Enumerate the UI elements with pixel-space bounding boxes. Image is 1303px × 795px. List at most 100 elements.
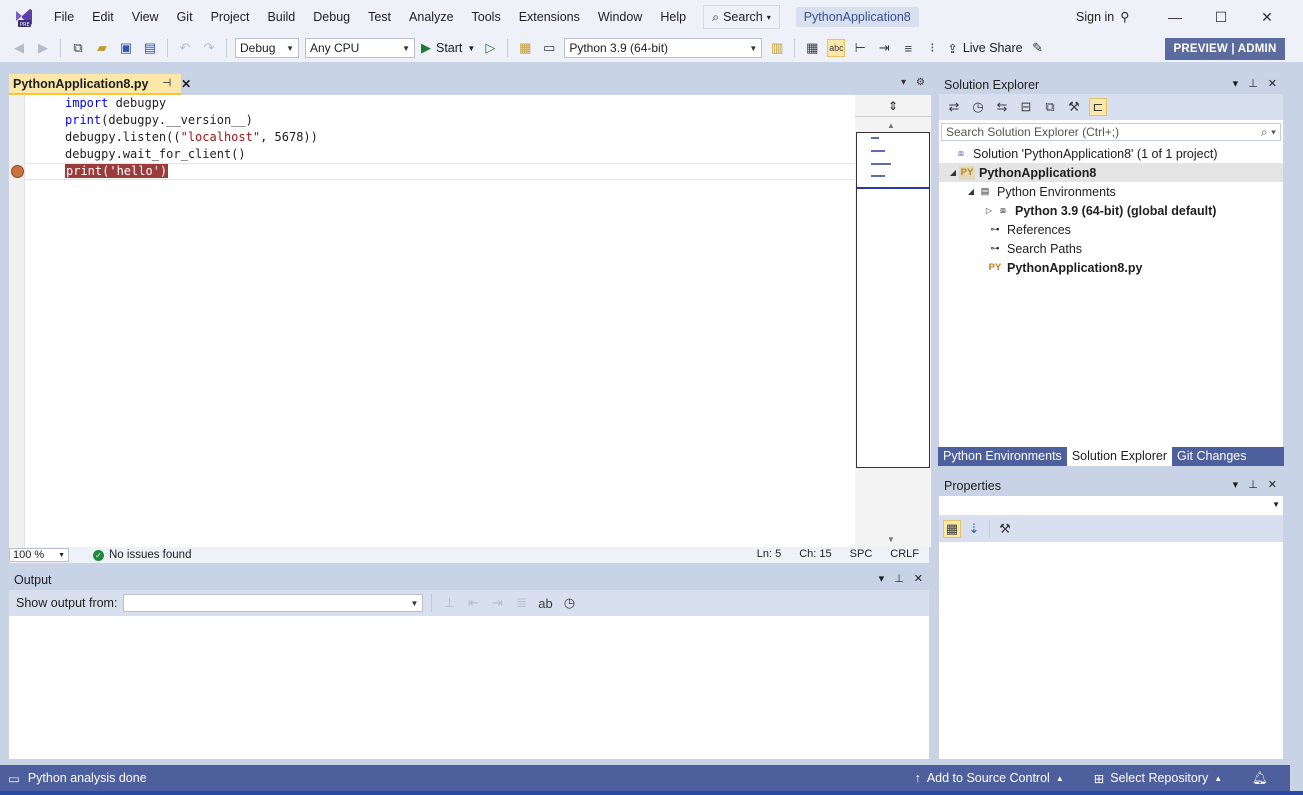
collapse-all-icon[interactable]: ⊟ (1017, 98, 1035, 116)
menu-edit[interactable]: Edit (83, 0, 123, 34)
select-repository-button[interactable]: ⊞ Select Repository ▲ (1094, 771, 1222, 786)
whitespace-mode[interactable]: SPC (850, 548, 873, 560)
tree-row-references[interactable]: ⊶ References (939, 220, 1283, 239)
pin-icon[interactable]: ⊥ (1248, 77, 1258, 90)
pin-icon[interactable]: ⊥ (1248, 478, 1258, 491)
categorized-icon[interactable]: ▦ (943, 520, 961, 538)
scroll-up-icon[interactable]: ▲ (887, 121, 895, 130)
window-position-dropdown-icon[interactable]: ▾ (1233, 478, 1239, 491)
tree-row-python-env[interactable]: ▷ ⧈ Python 3.9 (64-bit) (global default) (939, 201, 1283, 220)
history-icon[interactable]: ◷ (969, 98, 987, 116)
wrench-icon[interactable]: ⚒ (1065, 98, 1083, 116)
package-icon[interactable]: ▥ (768, 39, 786, 57)
switch-views-icon[interactable]: ⇄ (945, 98, 963, 116)
zoom-select[interactable]: 100 % ▼ (9, 548, 69, 562)
tree-row-file[interactable]: PY PythonApplication8.py (939, 258, 1283, 277)
menu-build[interactable]: Build (258, 0, 304, 34)
code-line[interactable]: print('hello') (65, 163, 855, 180)
clock-icon[interactable]: ◷ (560, 594, 578, 612)
menu-extensions[interactable]: Extensions (510, 0, 589, 34)
pin-icon[interactable]: ⊣ (162, 78, 171, 89)
tree-row-search-paths[interactable]: ⊶ Search Paths (939, 239, 1283, 258)
solution-platform-select[interactable]: Any CPU ▼ (305, 38, 415, 58)
menu-window[interactable]: Window (589, 0, 651, 34)
menu-file[interactable]: File (45, 0, 83, 34)
window-position-dropdown-icon[interactable]: ▾ (1233, 77, 1239, 90)
open-folder-icon[interactable]: ▰ (93, 39, 111, 57)
collapse-arrow-icon[interactable]: ◢ (965, 187, 977, 196)
window-position-dropdown-icon[interactable]: ▾ (879, 572, 885, 585)
code-line[interactable]: print(debugpy.__version__) (65, 112, 855, 129)
sync-icon[interactable]: ⇆ (993, 98, 1011, 116)
maximize-button[interactable]: ☐ (1198, 0, 1244, 34)
layout-icon[interactable]: ▭ (540, 39, 558, 57)
save-icon[interactable]: ▣ (117, 39, 135, 57)
tab-solution-explorer[interactable]: Solution Explorer (1066, 447, 1173, 466)
previous-message-icon[interactable]: ⇤ (464, 594, 482, 612)
expand-arrow-icon[interactable]: ▷ (983, 206, 995, 215)
code-text-area[interactable]: import debugpy print(debugpy.__version__)… (65, 95, 855, 180)
add-to-source-control-button[interactable]: ↑ Add to Source Control ▲ (915, 771, 1064, 785)
menu-analyze[interactable]: Analyze (400, 0, 462, 34)
properties-object-select[interactable]: ▼ (939, 496, 1283, 516)
editor-scrollbar[interactable]: ⇕ ▲ ▼ (855, 95, 931, 547)
feedback-icon[interactable]: ✎ (1029, 39, 1047, 57)
property-pages-icon[interactable]: ⚒ (996, 520, 1014, 538)
spell-check-icon[interactable]: abc (827, 39, 846, 57)
minimize-button[interactable]: — (1152, 0, 1198, 34)
word-wrap-icon[interactable]: ab (536, 594, 554, 612)
python-environment-select[interactable]: Python 3.9 (64-bit) ▼ (564, 38, 763, 58)
navigate-back-icon[interactable]: ◀ (10, 39, 28, 57)
close-window-button[interactable]: ✕ (1244, 0, 1290, 34)
comment-icon[interactable]: ≡ (899, 39, 917, 57)
undo-icon[interactable]: ↶ (176, 39, 194, 57)
new-project-icon[interactable]: ⧉ (69, 39, 87, 57)
preview-selected-items-icon[interactable]: ⊏ (1089, 98, 1107, 116)
tab-python-environments[interactable]: Python Environments (938, 447, 1067, 466)
code-line[interactable]: debugpy.wait_for_client() (65, 146, 855, 163)
feedback-person-icon[interactable]: ⚲ (1120, 9, 1129, 24)
code-line[interactable]: import debugpy (65, 95, 855, 112)
solution-configuration-select[interactable]: Debug ▼ (235, 38, 299, 58)
close-icon[interactable]: ✕ (1268, 77, 1277, 90)
scroll-down-icon[interactable]: ▼ (887, 535, 895, 544)
tab-list-dropdown-icon[interactable]: ▾ (901, 77, 906, 88)
breakpoint-toggle-icon[interactable]: ⊢ (851, 39, 869, 57)
gear-icon[interactable]: ⚙ (916, 77, 925, 88)
split-editor-icon[interactable]: ⇕ (855, 95, 931, 117)
alphabetical-icon[interactable]: ⇣ (965, 520, 983, 538)
tab-pythonapplication8-py[interactable]: PythonApplication8.py ⊣ ✕ (9, 74, 191, 95)
close-icon[interactable]: ✕ (1268, 478, 1277, 491)
show-all-files-icon[interactable]: ⧉ (1041, 98, 1059, 116)
line-ending-mode[interactable]: CRLF (890, 548, 919, 560)
menu-project[interactable]: Project (202, 0, 259, 34)
signin-button[interactable]: Sign in ⚲ (1076, 9, 1129, 25)
code-minimap[interactable] (856, 132, 930, 468)
next-message-icon[interactable]: ⇥ (488, 594, 506, 612)
code-line[interactable]: debugpy.listen(("localhost", 5678)) (65, 129, 855, 146)
start-debugging-button[interactable]: ▶ Start ▼ (421, 40, 475, 56)
indent-icon[interactable]: ⇥ (875, 39, 893, 57)
issues-indicator[interactable]: ✓ No issues found (93, 549, 191, 561)
close-tab-icon[interactable]: ✕ (181, 77, 191, 91)
pin-icon[interactable]: ⊥ (894, 572, 904, 585)
breakpoint-icon[interactable] (11, 165, 24, 178)
start-without-debugging-icon[interactable]: ▷ (481, 39, 499, 57)
format-icon[interactable]: ⁝ (923, 39, 941, 57)
clear-all-icon[interactable]: ≣ (512, 594, 530, 612)
live-share-button[interactable]: ⇪ Live Share (947, 41, 1022, 56)
solution-explorer-search-input[interactable]: Search Solution Explorer (Ctrl+;) ⌕ ▾ (941, 123, 1281, 141)
output-source-select[interactable]: ▼ (123, 594, 424, 612)
menu-help[interactable]: Help (651, 0, 695, 34)
tree-row-python-environments[interactable]: ◢ ▤ Python Environments (939, 182, 1283, 201)
close-icon[interactable]: ✕ (914, 572, 923, 585)
menu-test[interactable]: Test (359, 0, 400, 34)
navigate-forward-icon[interactable]: ▶ (34, 39, 52, 57)
save-all-icon[interactable]: ▤ (141, 39, 159, 57)
redo-icon[interactable]: ↷ (200, 39, 218, 57)
menu-debug[interactable]: Debug (304, 0, 359, 34)
preview-admin-badge[interactable]: PREVIEW | ADMIN (1165, 38, 1285, 60)
browse-folder-icon[interactable]: ▦ (516, 39, 534, 57)
notifications-bell-icon[interactable]: 🔔︎ (1252, 771, 1268, 786)
tree-row-solution[interactable]: ⧈ Solution 'PythonApplication8' (1 of 1 … (939, 144, 1283, 163)
